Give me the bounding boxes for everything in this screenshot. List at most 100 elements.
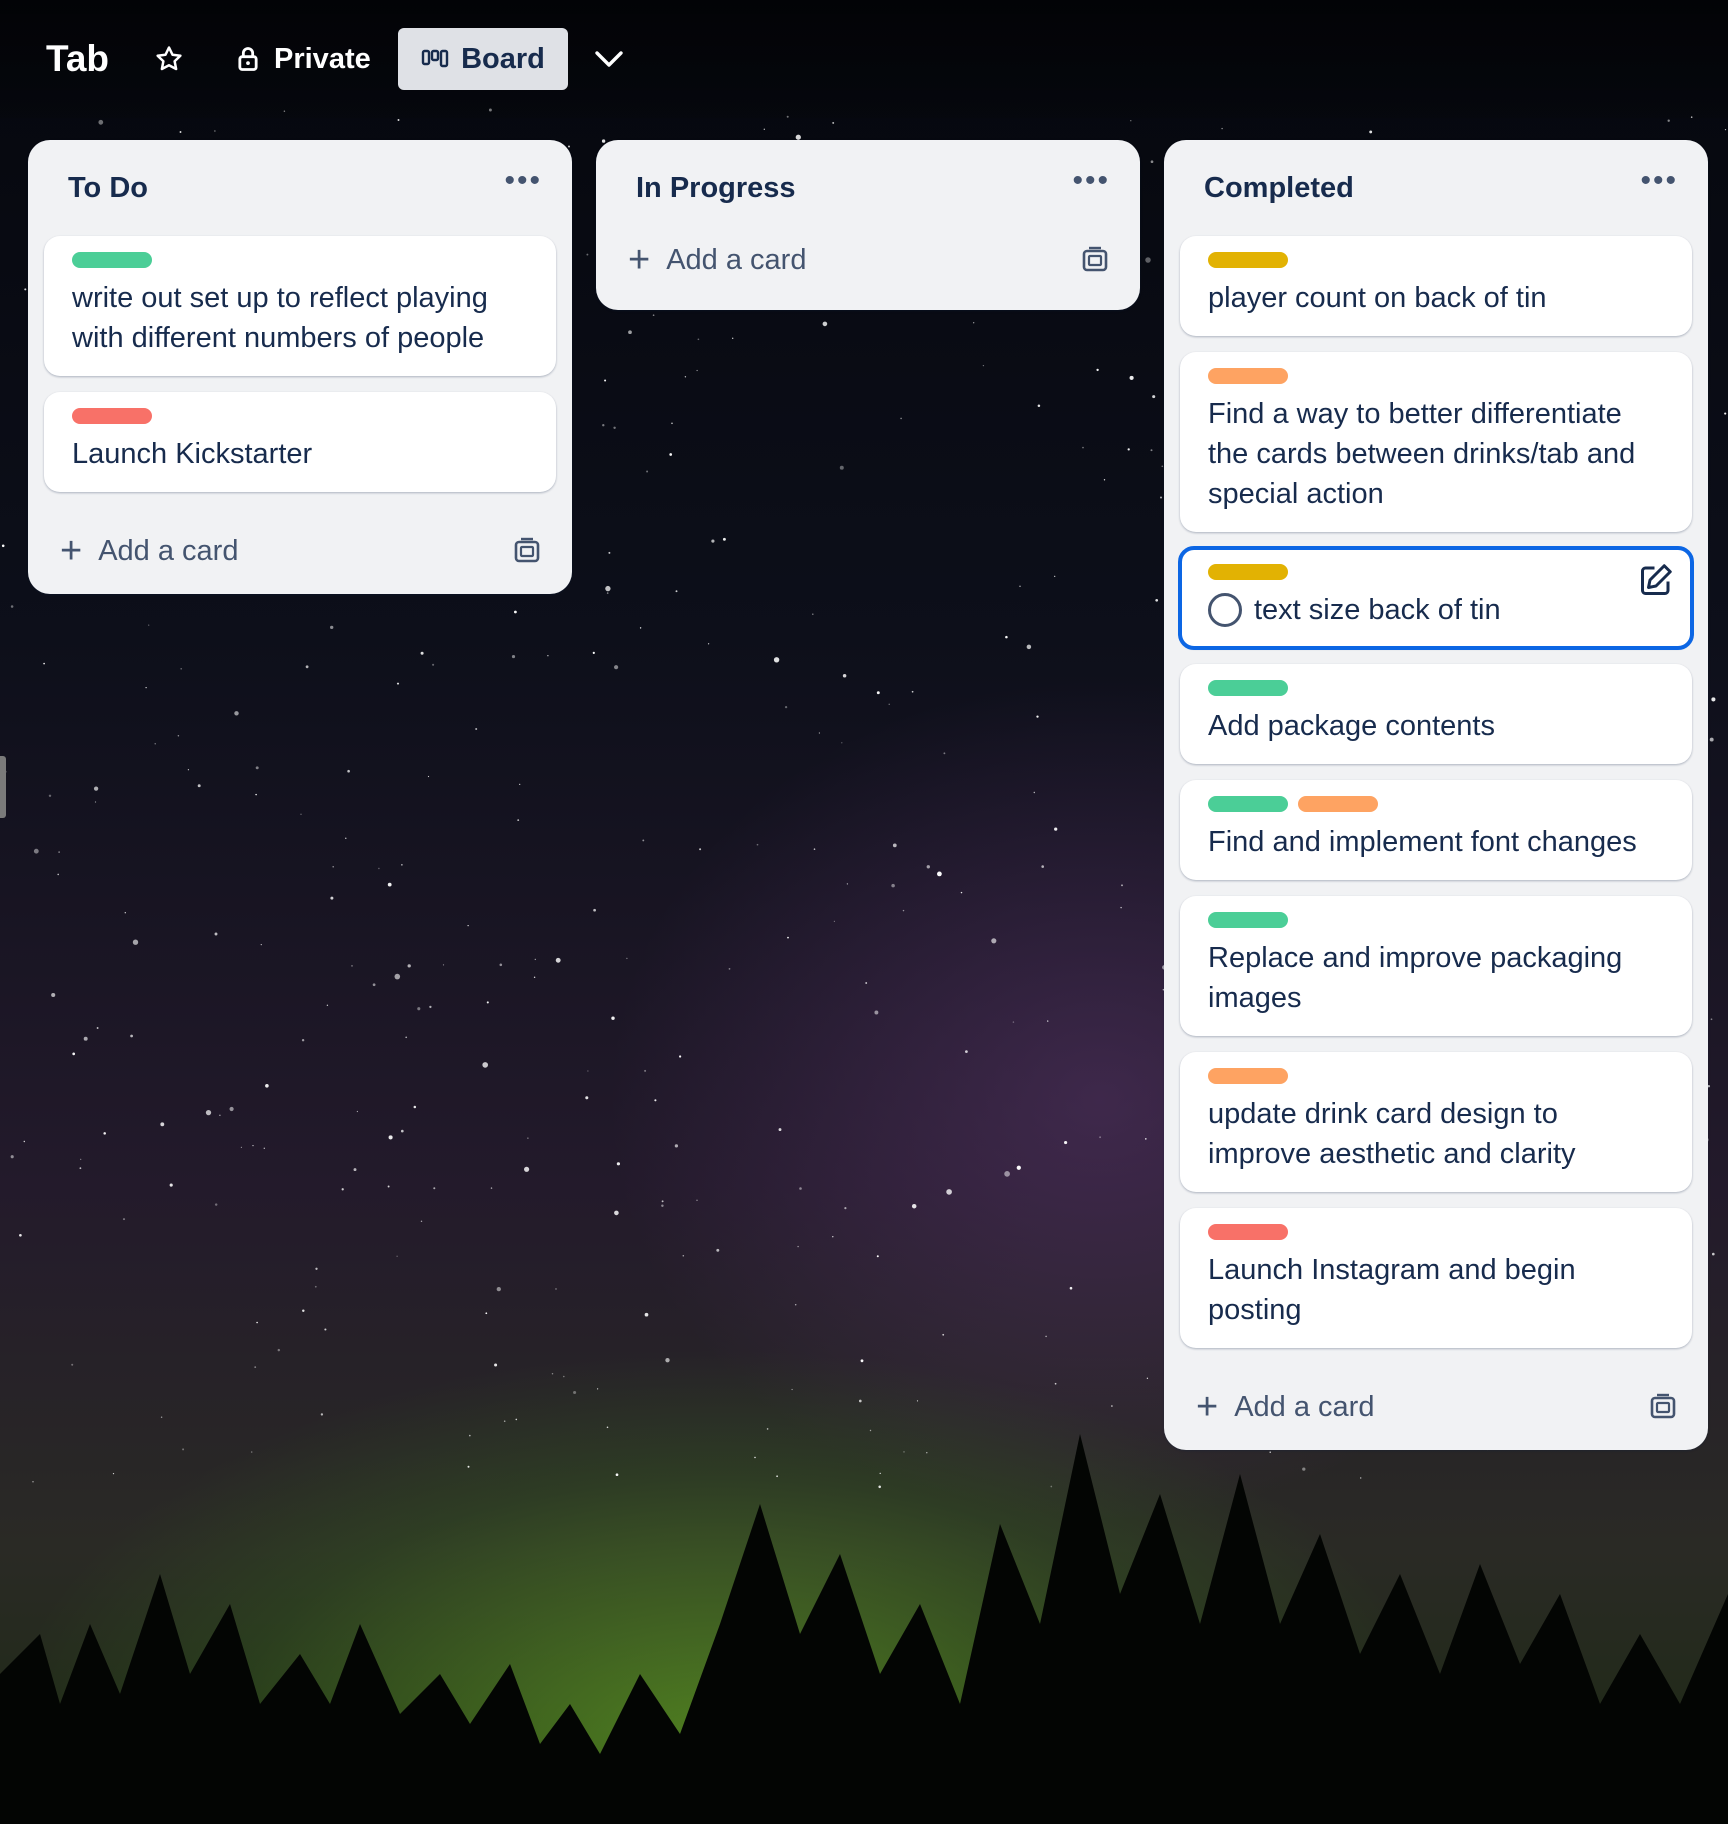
card[interactable]: Find a way to better differentiate the c…: [1180, 352, 1692, 532]
star-dot: [1130, 120, 1132, 122]
list-header: Completed •••: [1164, 140, 1708, 236]
card[interactable]: Launch Kickstarter: [44, 392, 556, 492]
star-dot: [71, 1363, 74, 1366]
card[interactable]: Add package contents: [1180, 664, 1692, 764]
board-title[interactable]: Tab: [46, 38, 109, 80]
card[interactable]: Launch Instagram and begin posting: [1180, 1208, 1692, 1348]
add-card-button[interactable]: + Add a card: [60, 532, 238, 570]
card[interactable]: write out set up to reflect playing with…: [44, 236, 556, 376]
star-dot: [722, 537, 726, 541]
star-dot: [699, 848, 702, 851]
star-dot: [555, 1288, 557, 1290]
label-yellow[interactable]: [1208, 564, 1288, 580]
star-dot: [432, 663, 435, 666]
star-dot: [219, 1114, 221, 1116]
star-dot: [396, 682, 400, 685]
card-hovered[interactable]: text size back of tin: [1178, 546, 1694, 650]
star-dot: [608, 551, 611, 554]
star-dot: [1712, 1252, 1715, 1256]
star-dot: [773, 657, 780, 663]
list-menu-button[interactable]: •••: [1072, 166, 1110, 210]
list-footer: + Add a card: [596, 222, 1140, 310]
star-dot: [682, 1254, 685, 1257]
star-dot: [93, 786, 99, 791]
star-dot: [48, 794, 52, 798]
label-green[interactable]: [1208, 680, 1288, 696]
star-dot: [499, 963, 503, 967]
label-green[interactable]: [1208, 796, 1288, 812]
list-title[interactable]: Completed: [1204, 172, 1354, 205]
star-board-button[interactable]: [146, 28, 192, 90]
create-from-template-icon[interactable]: [1648, 1392, 1678, 1422]
label-orange[interactable]: [1208, 1068, 1288, 1084]
star-dot: [10, 605, 14, 608]
label-green[interactable]: [72, 252, 152, 268]
label-orange[interactable]: [1298, 796, 1378, 812]
card-title: player count on back of tin: [1208, 282, 1547, 314]
star-dot: [300, 813, 302, 815]
star-dot: [533, 976, 536, 978]
list-footer: + Add a card: [28, 508, 572, 594]
star-dot: [347, 769, 350, 773]
star-dot: [937, 871, 942, 877]
add-card-button[interactable]: + Add a card: [628, 241, 806, 279]
add-card-button[interactable]: + Add a card: [1196, 1388, 1374, 1426]
card[interactable]: Find and implement font changes: [1180, 780, 1692, 880]
create-from-template-icon[interactable]: [512, 536, 542, 566]
star-dot: [397, 119, 400, 121]
star-dot: [1012, 1021, 1015, 1023]
plus-icon: +: [628, 239, 651, 281]
star-dot: [1120, 906, 1122, 909]
star-dot: [787, 936, 789, 939]
label-red[interactable]: [1208, 1224, 1288, 1240]
star-dot: [763, 128, 765, 130]
star-dot: [642, 839, 645, 842]
star-dot: [891, 883, 895, 888]
view-switcher-dropdown[interactable]: [586, 28, 632, 90]
label-yellow[interactable]: [1208, 252, 1288, 268]
star-dot: [1033, 791, 1036, 794]
label-red[interactable]: [72, 408, 152, 424]
star-dot: [982, 364, 985, 367]
card[interactable]: player count on back of tin: [1180, 236, 1692, 336]
star-dot: [614, 665, 619, 670]
card-title: text size back of tin: [1254, 594, 1501, 626]
label-orange[interactable]: [1208, 368, 1288, 384]
star-dot: [911, 1203, 917, 1209]
mark-complete-circle-icon[interactable]: [1208, 593, 1242, 627]
board-view-button[interactable]: Board: [398, 28, 568, 90]
star-dot: [214, 1203, 218, 1206]
star-dot: [1221, 127, 1223, 130]
star-dot: [407, 964, 411, 968]
star-dot: [1069, 1286, 1073, 1290]
star-dot: [1, 544, 5, 548]
star-dot: [179, 131, 182, 133]
list-menu-button[interactable]: •••: [1640, 166, 1678, 210]
star-dot: [1016, 1165, 1021, 1170]
star-dot: [387, 882, 392, 887]
star-dot: [644, 1069, 647, 1072]
star-dot: [585, 1096, 589, 1100]
star-dot: [684, 376, 687, 378]
star-dot: [197, 784, 201, 788]
star-dot: [132, 939, 139, 945]
card[interactable]: Replace and improve packaging images: [1180, 896, 1692, 1036]
star-dot: [314, 1285, 317, 1288]
star-dot: [707, 643, 710, 645]
card-title: write out set up to reflect playing with…: [72, 282, 488, 354]
star-dot: [301, 1038, 305, 1042]
visibility-button[interactable]: Private: [226, 28, 381, 90]
list-menu-button[interactable]: •••: [504, 166, 542, 210]
label-green[interactable]: [1208, 912, 1288, 928]
list-title[interactable]: In Progress: [636, 172, 796, 205]
add-card-label: Add a card: [666, 243, 807, 276]
edit-card-icon[interactable]: [1638, 562, 1674, 598]
star-dot: [1047, 1020, 1049, 1022]
card-list: write out set up to reflect playing with…: [28, 236, 572, 492]
star-dot: [661, 1204, 664, 1207]
create-from-template-icon[interactable]: [1080, 245, 1110, 275]
card[interactable]: update drink card design to improve aest…: [1180, 1052, 1692, 1192]
star-dot: [639, 627, 642, 629]
star-dot: [1724, 412, 1727, 415]
list-title[interactable]: To Do: [68, 172, 148, 205]
